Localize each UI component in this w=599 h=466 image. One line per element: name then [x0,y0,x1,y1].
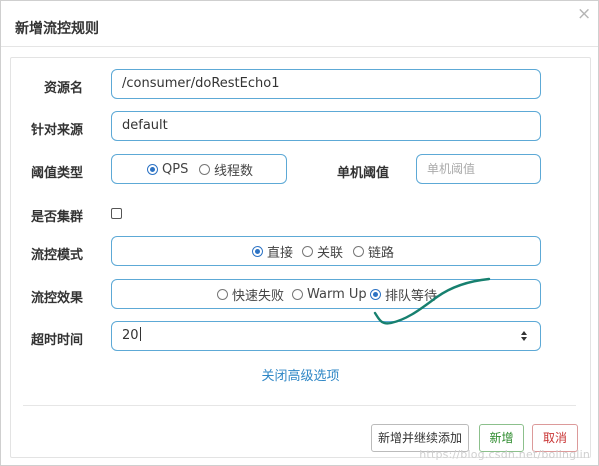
option-label: Warm Up [307,286,367,302]
cluster-checkbox[interactable] [111,208,122,219]
radio-selected-icon [370,288,381,300]
option-label: QPS [162,161,189,177]
spinner-down-icon[interactable] [521,337,527,341]
threshold-type-option-qps[interactable]: QPS [147,155,188,183]
footer-divider [23,405,576,406]
spinner-up-icon[interactable] [521,331,527,335]
threshold-type-label: 阈值类型 [30,166,83,181]
radio-icon [292,288,303,300]
text-cursor [139,327,141,341]
radio-icon [199,163,210,175]
option-label: 直接 [267,245,294,261]
single-threshold-input[interactable]: 单机阈值 [416,154,541,184]
radio-icon [302,245,313,257]
cluster-label: 是否集群 [30,210,83,225]
radio-icon [353,245,364,257]
flow-mode-label: 流控模式 [30,248,83,263]
option-label: 排队等待 [385,288,438,304]
resource-label: 资源名 [43,81,83,96]
single-threshold-label: 单机阈值 [336,166,389,181]
flow-effect-option-warm-up[interactable]: Warm Up [292,280,367,308]
option-label: 关联 [317,245,344,261]
number-spinner-icon[interactable] [520,329,528,343]
close-advanced-options-link[interactable]: 关闭高级选项 [1,365,599,384]
flow-mode-option-chain[interactable]: 链路 [353,237,394,265]
flow-rule-dialog: 新增流控规则 × 资源名 /consumer/doRestEcho1 针对来源 … [0,0,599,466]
flow-effect-option-fast-fail[interactable]: 快速失败 [217,280,284,308]
threshold-type-group: QPS 线程数 [111,154,287,184]
radio-icon [217,288,228,300]
timeout-value: 20 [122,328,139,343]
flow-effect-option-queue[interactable]: 排队等待 [370,280,437,308]
timeout-input[interactable]: 20 [111,321,541,351]
flow-effect-label: 流控效果 [30,291,83,306]
close-icon[interactable]: × [577,6,591,23]
option-label: 线程数 [214,163,254,179]
option-label: 链路 [368,245,395,261]
resource-input[interactable]: /consumer/doRestEcho1 [111,69,541,99]
dialog-title: 新增流控规则 [15,21,99,37]
origin-input[interactable]: default [111,111,541,141]
flow-mode-group: 直接 关联 链路 [111,236,541,266]
flow-mode-option-relate[interactable]: 关联 [302,237,343,265]
timeout-label: 超时时间 [30,333,83,348]
title-divider [1,46,598,47]
threshold-type-option-thread[interactable]: 线程数 [199,155,253,183]
flow-mode-option-direct[interactable]: 直接 [252,237,293,265]
flow-effect-group: 快速失败 Warm Up 排队等待 [111,279,541,309]
option-label: 快速失败 [232,288,285,304]
origin-label: 针对来源 [30,123,83,138]
watermark: https://blog.csdn.net/bolinglin [419,448,590,461]
radio-selected-icon [252,245,263,257]
radio-selected-icon [147,163,158,175]
